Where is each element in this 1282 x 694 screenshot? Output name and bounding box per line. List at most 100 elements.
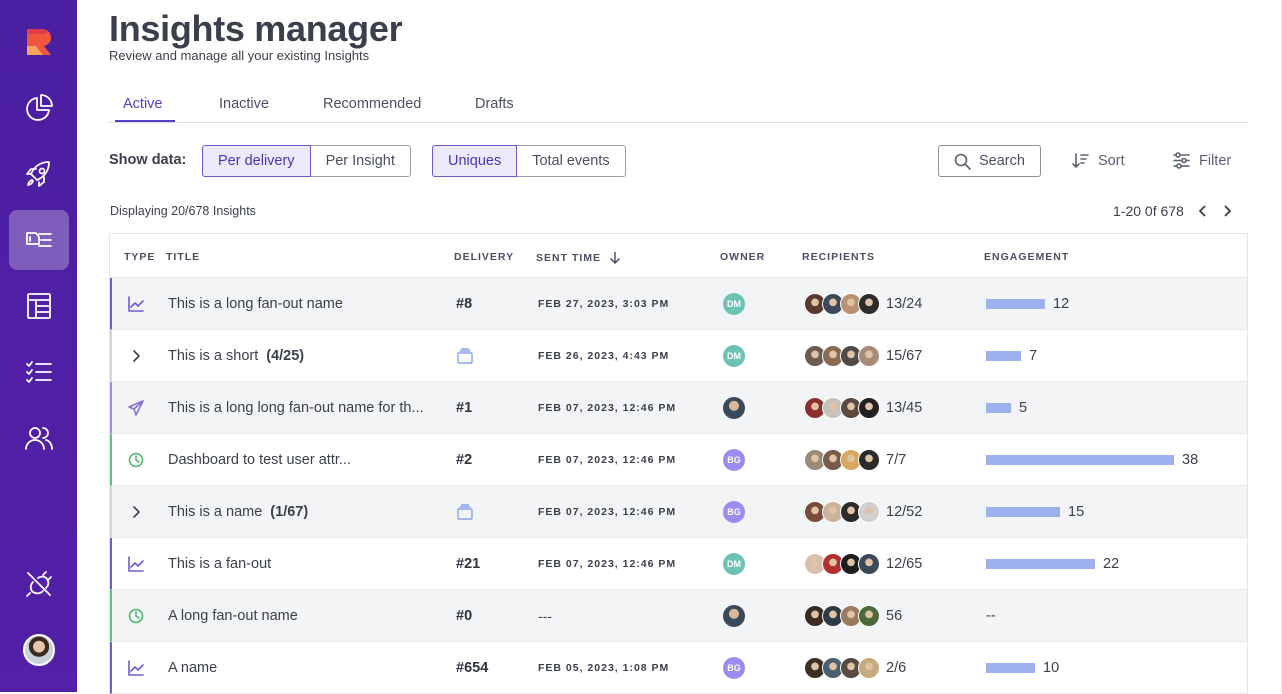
tab-drafts[interactable]: Drafts: [475, 96, 514, 112]
insight-title[interactable]: This is a short (4/25): [168, 330, 304, 381]
chevron-left-icon[interactable]: [1198, 205, 1208, 217]
insight-title[interactable]: A long fan-out name: [168, 590, 298, 641]
sent-time: FEB 27, 2023, 3:03 PM: [538, 297, 670, 310]
recipients: 15/67: [804, 330, 922, 381]
sent-time: FEB 07, 2023, 12:46 PM: [538, 453, 677, 466]
insight-title[interactable]: This is a long fan-out name: [168, 278, 343, 329]
table-row[interactable]: This is a fan-out #21 FEB 07, 2023, 12:46 …: [110, 538, 1247, 590]
header-engagement[interactable]: ENGAGEMENT: [984, 251, 1069, 263]
insight-title-text: This is a short: [168, 347, 259, 364]
recipients: 56: [804, 590, 902, 641]
tab-inactive[interactable]: Inactive: [219, 96, 269, 112]
table-body: This is a long fan-out name #8 FEB 27, 202…: [110, 278, 1247, 694]
recipients-count: 7/7: [886, 451, 907, 468]
tab-recommended[interactable]: Recommended: [323, 96, 421, 112]
engagement-value: 38: [1182, 451, 1199, 468]
recipients-count: 13/45: [886, 399, 923, 416]
table-row[interactable]: This is a long fan-out name #8 FEB 27, 202…: [110, 278, 1247, 330]
nav-users[interactable]: [9, 408, 69, 468]
owner-avatar: BG: [723, 656, 745, 679]
delivery-number: #8: [456, 295, 473, 312]
table-row[interactable]: This is a short (4/25) FEB 26, 2023, 4:43 …: [110, 330, 1247, 382]
chevron-right-icon[interactable]: [124, 486, 148, 537]
per-delivery-button[interactable]: Per delivery: [202, 145, 311, 177]
table-row[interactable]: This is a name (1/67) FEB 07, 2023, 12:46 …: [110, 486, 1247, 538]
insight-title-text: This is a fan-out: [168, 555, 272, 572]
insight-title-text: This is a name: [168, 503, 263, 520]
insight-title-text: This is a long fan-out name: [168, 295, 343, 312]
table-row[interactable]: This is a long long fan-out name for th.…: [110, 382, 1247, 434]
engagement-bar: [986, 298, 1045, 309]
user-avatar[interactable]: [23, 634, 55, 666]
search-label: Search: [979, 153, 1025, 169]
recipient-avatars: [804, 500, 880, 523]
filter-button[interactable]: Filter: [1173, 152, 1231, 169]
recipient-avatar: [858, 500, 880, 523]
pie-chart-icon: [26, 94, 53, 121]
recipient-avatars: [804, 292, 880, 315]
delivery-count: (1/67): [270, 503, 309, 520]
chevron-right-icon[interactable]: [1222, 205, 1232, 217]
uniques-button[interactable]: Uniques: [432, 145, 518, 177]
recipient-avatars: [804, 448, 880, 471]
recipient-avatar: [858, 604, 880, 627]
sent-time: FEB 07, 2023, 12:46 PM: [538, 557, 677, 570]
trend-icon: [124, 278, 148, 329]
sent-time: FEB 07, 2023, 12:46 PM: [538, 401, 677, 414]
recipients: 7/7: [804, 434, 906, 485]
arrow-down-icon: [609, 252, 620, 265]
insight-title[interactable]: This is a long long fan-out name for th.…: [168, 382, 424, 433]
table-row[interactable]: Dashboard to test user attr... #2 FEB 07, …: [110, 434, 1247, 486]
sort-label: Sort: [1098, 152, 1125, 169]
sort-icon: [1072, 153, 1089, 169]
table-row[interactable]: A long fan-out name #0 --- 56 --: [110, 590, 1247, 642]
per-insight-button[interactable]: Per Insight: [310, 145, 411, 177]
insight-title[interactable]: A name: [168, 642, 217, 693]
nav-launch[interactable]: [9, 144, 69, 204]
insight-title[interactable]: Dashboard to test user attr...: [168, 434, 351, 485]
insight-title[interactable]: This is a fan-out: [168, 538, 271, 589]
chevron-right-icon[interactable]: [124, 330, 148, 381]
recipient-avatar: [858, 656, 880, 679]
nav-analytics[interactable]: [9, 78, 69, 138]
tab-active[interactable]: Active: [123, 96, 163, 112]
owner: [723, 382, 745, 433]
table-row[interactable]: A name #654 FEB 05, 2023, 1:08 PM BG 2/6 10: [110, 642, 1247, 694]
page-title: Insights manager: [109, 8, 403, 49]
nav-layout[interactable]: [9, 276, 69, 336]
sort-button[interactable]: Sort: [1072, 152, 1125, 169]
send-icon: [124, 382, 148, 433]
recipient-avatar: [858, 344, 880, 367]
engagement-bar: [986, 662, 1035, 673]
owner: BG: [723, 642, 745, 693]
insights-table: TYPE TITLE DELIVERY SENT TIME OWNER RECI…: [109, 233, 1248, 694]
engagement-value: 22: [1103, 555, 1120, 572]
delivery-count: (4/25): [266, 347, 305, 364]
header-delivery[interactable]: DELIVERY: [454, 251, 514, 263]
recipient-avatar: [858, 448, 880, 471]
total-events-button[interactable]: Total events: [517, 145, 626, 177]
nav-insights-manager[interactable]: [9, 210, 69, 270]
checklist-icon: [26, 361, 52, 383]
delivery-number: #1: [456, 399, 473, 416]
recipients-count: 12/52: [886, 503, 923, 520]
recipient-avatars: [804, 656, 880, 679]
nav-checklist[interactable]: [9, 342, 69, 402]
stack-icon: [456, 330, 474, 381]
insight-title[interactable]: This is a name (1/67): [168, 486, 308, 537]
nav-integrations[interactable]: [9, 554, 69, 614]
header-owner[interactable]: OWNER: [720, 251, 765, 263]
header-type[interactable]: TYPE: [124, 251, 155, 263]
app-logo-icon[interactable]: [25, 27, 53, 57]
owner: BG: [723, 434, 745, 485]
recipient-avatars: [804, 552, 880, 575]
layout-icon: [27, 293, 51, 319]
header-recipients[interactable]: RECIPIENTS: [802, 251, 875, 263]
recipients: 12/52: [804, 486, 922, 537]
header-title[interactable]: TITLE: [166, 251, 200, 263]
search-button[interactable]: Search: [938, 145, 1041, 177]
count-toggle: Uniques Total events: [432, 145, 626, 177]
sidebar: [0, 0, 77, 692]
header-sent-time[interactable]: SENT TIME: [536, 251, 621, 265]
rocket-icon: [26, 161, 50, 187]
